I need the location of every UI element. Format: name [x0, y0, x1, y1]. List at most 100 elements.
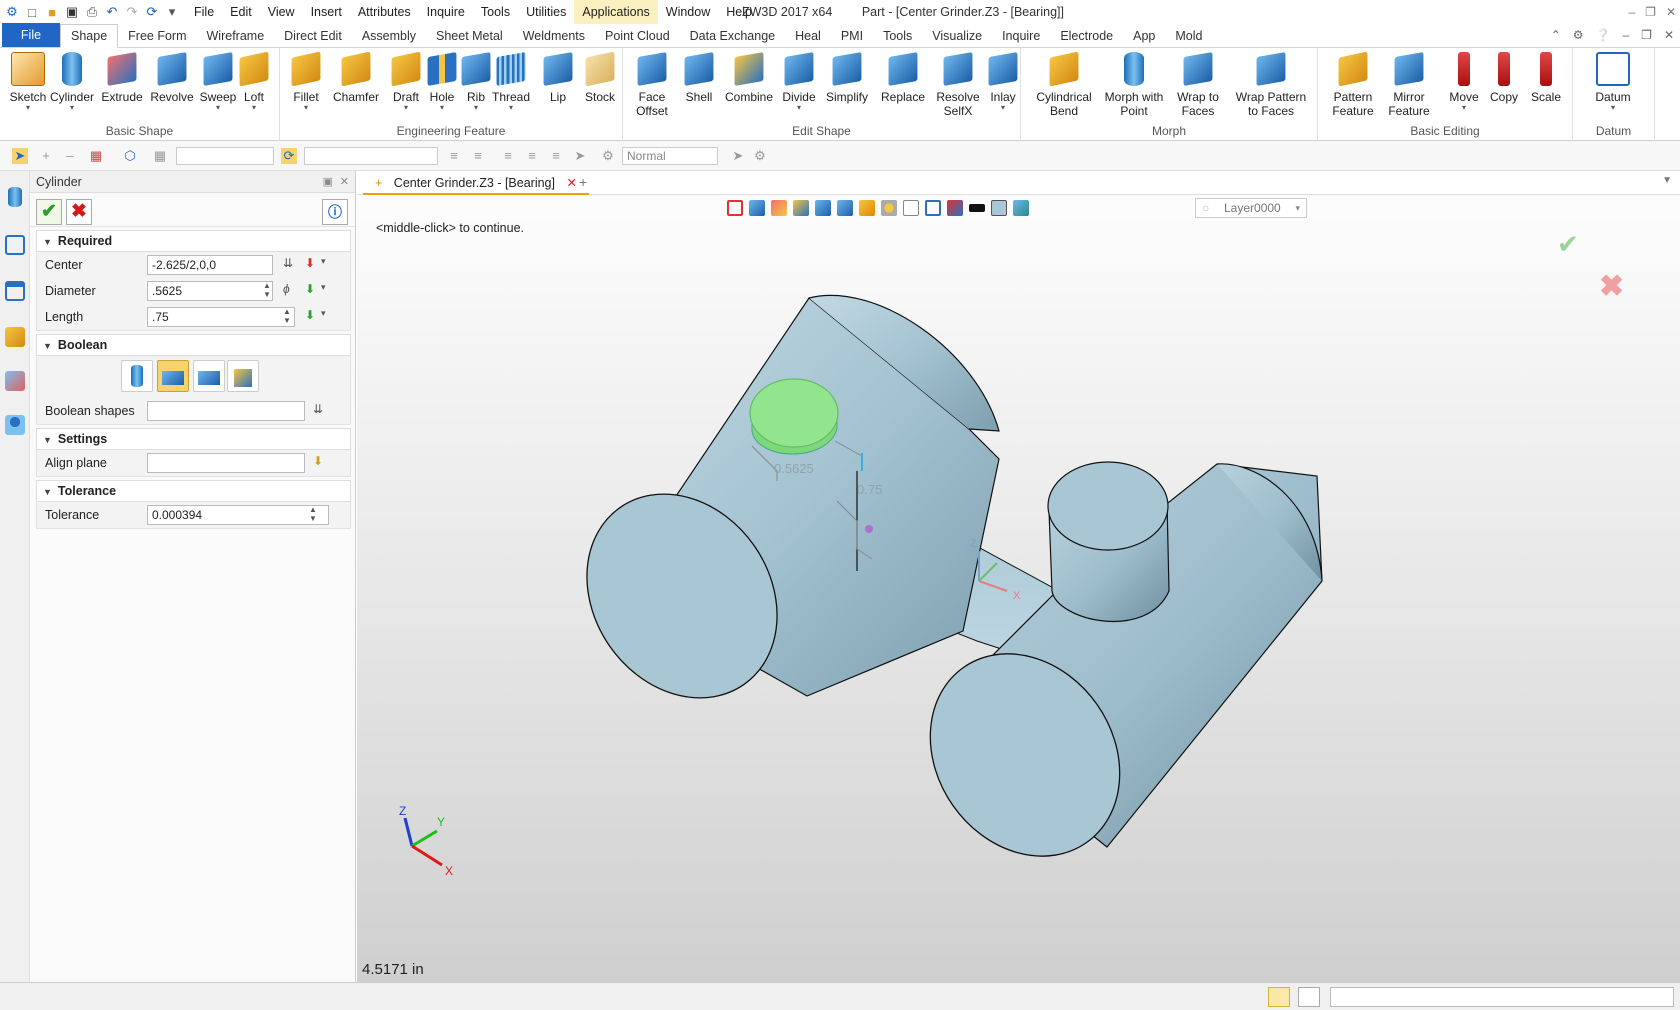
cursor-icon[interactable]: ➤ [730, 148, 746, 164]
section-required[interactable]: Required [36, 230, 351, 252]
filter-select-1[interactable] [176, 147, 274, 165]
settings-gear-icon[interactable]: ⚙ [1573, 28, 1584, 42]
center-input[interactable]: -2.625/2,0,0 [147, 255, 273, 275]
divide-button[interactable]: Divide ▾ [777, 52, 821, 112]
menu-edit[interactable]: Edit [222, 0, 260, 24]
filter-select-2[interactable] [304, 147, 438, 165]
length-spinner-icon[interactable]: ▲ ▼ [283, 307, 291, 325]
align-icon-5[interactable]: ≡ [548, 148, 564, 164]
user-icon[interactable] [5, 415, 25, 435]
render-mode-select[interactable]: Normal [622, 147, 718, 165]
section-tolerance[interactable]: Tolerance [36, 480, 351, 502]
history-tree-icon[interactable] [5, 235, 25, 255]
resolve-selfx-button[interactable]: Resolve SelfX [933, 52, 983, 118]
doc-close-icon[interactable]: ✕ [1664, 28, 1674, 42]
dim-length-label[interactable]: 0.75 [857, 482, 882, 497]
align-icon-1[interactable]: ≡ [446, 148, 462, 164]
model-scene[interactable]: 0.5625 0.75 Z X Z Y X [357, 171, 1680, 982]
cylindrical-bend-button[interactable]: Cylindrical Bend [1031, 51, 1097, 118]
remove-icon[interactable]: – [62, 148, 78, 164]
menu-utilities[interactable]: Utilities [518, 0, 574, 24]
combine-button[interactable]: Combine [723, 52, 775, 104]
collapse-ribbon-icon[interactable]: ⌃ [1551, 28, 1561, 42]
morph-with-point-button[interactable]: Morph with Point [1101, 52, 1167, 118]
datum-button[interactable]: Datum ▾ [1591, 52, 1635, 112]
pattern-feature-button[interactable]: Pattern Feature [1326, 51, 1380, 118]
pointer-icon[interactable]: ➤ [572, 148, 588, 164]
restore-icon[interactable]: ❐ [1645, 0, 1656, 24]
cylinder-button[interactable]: Cylinder ▾ [50, 52, 94, 112]
length-measure-icon[interactable]: ⬇ [305, 308, 315, 322]
boolean-add-icon[interactable] [157, 360, 189, 392]
boolean-expand-icon[interactable]: ⇊ [313, 402, 323, 416]
replace-button[interactable]: Replace [877, 52, 929, 104]
tab-tools[interactable]: Tools [873, 25, 922, 47]
close-icon[interactable]: ✕ [1666, 0, 1676, 24]
thread-button[interactable]: Thread ▾ [486, 52, 536, 112]
chamfer-button[interactable]: Chamfer [328, 51, 384, 104]
center-options-dropdown-icon[interactable]: ▾ [321, 256, 326, 267]
mirror-feature-button[interactable]: Mirror Feature [1382, 52, 1436, 118]
tab-data-exchange[interactable]: Data Exchange [680, 25, 785, 47]
graphics-viewport[interactable]: + Center Grinder.Z3 - [Bearing] ✕ + ▼ La… [357, 171, 1680, 982]
assembly-tree-icon[interactable] [5, 281, 25, 301]
tab-app[interactable]: App [1123, 25, 1165, 47]
doc-minimize-icon[interactable]: – [1622, 28, 1629, 42]
lip-button[interactable]: Lip [536, 52, 580, 104]
menu-file[interactable]: File [186, 0, 222, 24]
tab-sheet-metal[interactable]: Sheet Metal [426, 25, 513, 47]
section-settings[interactable]: Settings [36, 428, 351, 450]
help-icon[interactable]: ❔ [1596, 28, 1611, 42]
diameter-options-dropdown-icon[interactable]: ▾ [321, 282, 326, 293]
save-icon[interactable]: ▣ [64, 4, 80, 20]
smart-pick-icon[interactable]: ⟳ [281, 148, 297, 164]
simplify-button[interactable]: Simplify [821, 52, 873, 104]
pick-point-icon[interactable]: ⬇ [305, 256, 315, 270]
align-plane-input[interactable] [147, 453, 305, 473]
length-options-dropdown-icon[interactable]: ▾ [321, 308, 326, 319]
face-offset-button[interactable]: Face Offset [627, 52, 677, 118]
align-icon-3[interactable]: ≡ [500, 148, 516, 164]
length-input[interactable]: .75 [147, 307, 295, 327]
move-button[interactable]: Move ▾ [1442, 52, 1486, 112]
menu-attributes[interactable]: Attributes [350, 0, 419, 24]
diameter-measure-icon[interactable]: ⬇ [305, 282, 315, 296]
select-shape-icon[interactable]: ⬡ [122, 148, 138, 164]
align-icon-4[interactable]: ≡ [524, 148, 540, 164]
shell-button[interactable]: Shell [677, 52, 721, 104]
render-settings-icon[interactable]: ⚙ [600, 148, 616, 164]
status-layout-icon[interactable] [1268, 987, 1290, 1007]
tab-wireframe[interactable]: Wireframe [197, 25, 275, 47]
tolerance-spinner-icon[interactable]: ▲ ▼ [309, 505, 317, 523]
align-icon-2[interactable]: ≡ [470, 148, 486, 164]
info-button[interactable]: ⓘ [322, 199, 348, 225]
cancel-button[interactable]: ✖ [66, 199, 92, 225]
part-icon[interactable] [5, 327, 25, 347]
inlay-button[interactable]: Inlay ▾ [981, 52, 1025, 112]
image-library-icon[interactable] [5, 371, 25, 391]
wrap-to-faces-button[interactable]: Wrap to Faces [1171, 52, 1225, 118]
extrude-button[interactable]: Extrude [100, 52, 144, 104]
doc-restore-icon[interactable]: ❐ [1641, 28, 1652, 42]
revolve-button[interactable]: Revolve [150, 52, 194, 104]
tab-direct-edit[interactable]: Direct Edit [274, 25, 352, 47]
open-folder-icon[interactable]: ■ [44, 4, 60, 20]
wrap-pattern-button[interactable]: Wrap Pattern to Faces [1231, 52, 1311, 118]
expand-icon[interactable]: ⇊ [283, 256, 293, 270]
menu-insert[interactable]: Insert [303, 0, 350, 24]
sketch-button[interactable]: Sketch ▾ [6, 52, 50, 112]
align-plane-pick-icon[interactable]: ⬇ [313, 454, 323, 468]
redo-icon[interactable]: ↷ [124, 4, 140, 20]
add-icon[interactable]: + [38, 148, 54, 164]
tab-inquire[interactable]: Inquire [992, 25, 1050, 47]
menu-window[interactable]: Window [658, 0, 718, 24]
status-input-field[interactable] [1330, 987, 1674, 1007]
dim-diameter-label[interactable]: 0.5625 [774, 461, 814, 476]
fillet-button[interactable]: Fillet ▾ [284, 51, 328, 112]
filter-list-icon[interactable]: ▦ [88, 148, 104, 164]
diameter-spinner-icon[interactable]: ▲ ▼ [263, 281, 271, 299]
tab-electrode[interactable]: Electrode [1050, 25, 1123, 47]
tab-free-form[interactable]: Free Form [118, 25, 196, 47]
menu-view[interactable]: View [260, 0, 303, 24]
tab-heal[interactable]: Heal [785, 25, 831, 47]
